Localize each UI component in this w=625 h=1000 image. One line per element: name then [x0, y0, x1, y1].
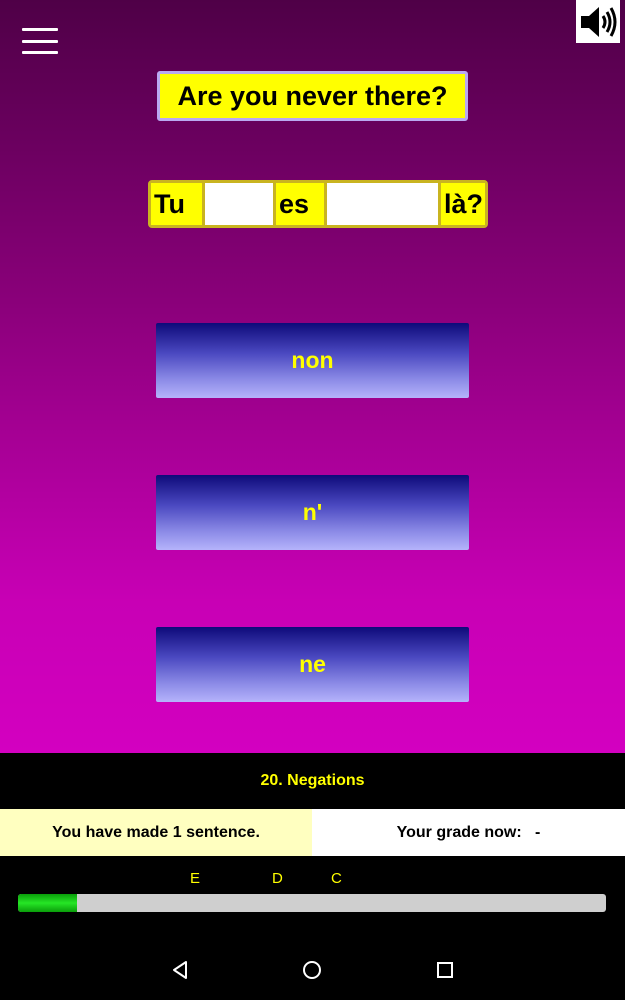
quiz-screen: Are you never there? Tu es là? non n' ne — [0, 0, 625, 753]
french-sentence: Tu es là? — [148, 180, 488, 228]
sentences-made-text: You have made 1 sentence. — [0, 809, 312, 856]
answer-blank-1[interactable] — [202, 183, 276, 225]
answer-option-ne[interactable]: ne — [156, 627, 469, 702]
speaker-icon — [581, 6, 617, 37]
lesson-title: 20. Negations — [0, 753, 625, 809]
sentence-word: es — [276, 183, 324, 225]
home-button[interactable] — [300, 958, 324, 982]
progress-fill — [18, 894, 77, 912]
answer-option-n-apostrophe[interactable]: n' — [156, 475, 469, 550]
square-recents-icon — [437, 962, 453, 978]
menu-button[interactable] — [20, 26, 60, 56]
progress-bar — [18, 894, 606, 912]
grade-mark-c: C — [331, 870, 342, 887]
recents-button[interactable] — [433, 958, 457, 982]
english-prompt: Are you never there? — [157, 71, 468, 121]
answer-blank-2[interactable] — [324, 183, 441, 225]
answer-option-non[interactable]: non — [156, 323, 469, 398]
status-row: You have made 1 sentence. Your grade now… — [0, 809, 625, 856]
current-grade-text: Your grade now: - — [312, 809, 625, 856]
circle-home-icon — [303, 961, 321, 979]
back-button[interactable] — [168, 958, 192, 982]
sound-button[interactable] — [576, 0, 620, 43]
grade-mark-e: E — [190, 870, 201, 887]
sentence-word: là? — [441, 183, 485, 225]
sentence-word: Tu — [151, 183, 202, 225]
grade-mark-d: D — [272, 870, 283, 887]
menu-icon-line — [22, 39, 58, 43]
android-nav-bar — [0, 940, 625, 1000]
progress-area: E D C — [0, 856, 625, 940]
menu-icon-line — [22, 28, 58, 31]
menu-icon-line — [22, 51, 58, 54]
triangle-back-icon — [173, 961, 187, 979]
